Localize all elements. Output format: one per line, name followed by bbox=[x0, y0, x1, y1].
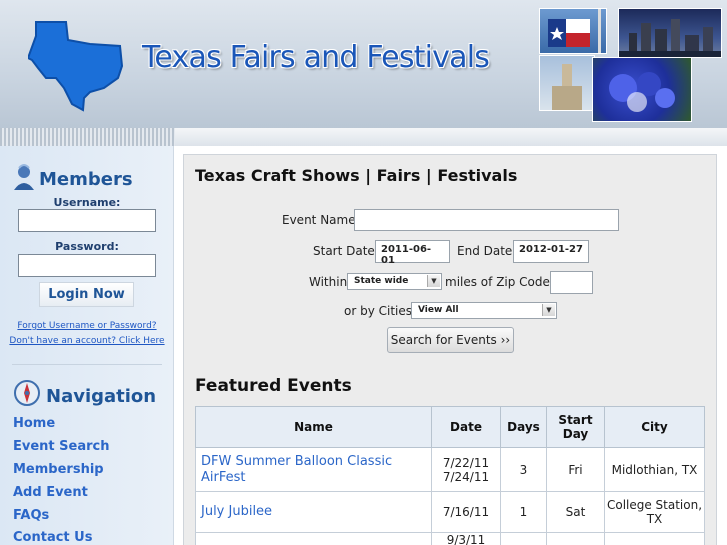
header-stripe-right bbox=[175, 128, 727, 146]
sidebar: Members Username: Password: Login Now Fo… bbox=[0, 146, 174, 545]
search-events-button[interactable]: Search for Events ›› bbox=[387, 327, 514, 353]
texas-flag-photo bbox=[539, 8, 607, 54]
chevron-down-icon: ▼ bbox=[542, 304, 555, 316]
cities-select-value: View All bbox=[418, 305, 459, 315]
table-header-row: Name Date Days Start Day City bbox=[195, 406, 705, 448]
password-label: Password: bbox=[55, 240, 119, 253]
event-name-link[interactable]: DFW Summer Balloon Classic AirFest bbox=[195, 447, 432, 492]
col-name[interactable]: Name bbox=[195, 406, 432, 448]
event-name-input[interactable] bbox=[354, 209, 619, 231]
username-label: Username: bbox=[53, 196, 121, 209]
event-name-link[interactable]: July Jubilee bbox=[195, 491, 432, 533]
featured-events-heading: Featured Events bbox=[195, 376, 352, 396]
start-date-label: Start Date bbox=[313, 244, 375, 258]
bluebonnet-photo bbox=[592, 57, 692, 122]
table-row: July Jubilee 7/16/11 1 Sat College Stati… bbox=[195, 491, 705, 533]
table-row: DFW Summer Balloon Classic AirFest 7/22/… bbox=[195, 447, 705, 492]
event-start-day: Sat bbox=[546, 491, 605, 533]
within-label: Within bbox=[309, 275, 348, 289]
password-input[interactable] bbox=[18, 254, 156, 277]
login-button[interactable]: Login Now bbox=[39, 282, 134, 307]
site-header: Texas Fairs and Festivals bbox=[0, 0, 727, 130]
event-city: College Station, TX bbox=[604, 491, 705, 533]
nav-home[interactable]: Home bbox=[13, 416, 55, 431]
event-city bbox=[604, 532, 705, 545]
end-date-label: End Date bbox=[457, 244, 513, 258]
signup-link[interactable]: Don't have an account? Click Here bbox=[0, 336, 174, 346]
event-city: Midlothian, TX bbox=[604, 447, 705, 492]
col-start-day[interactable]: Start Day bbox=[546, 406, 605, 448]
nav-contact-us[interactable]: Contact Us bbox=[13, 530, 92, 545]
event-days: 3 bbox=[500, 447, 547, 492]
chevron-down-icon: ▼ bbox=[427, 275, 440, 287]
texas-map-logo bbox=[28, 21, 124, 112]
event-start-day bbox=[546, 532, 605, 545]
city-skyline-photo bbox=[618, 8, 722, 58]
site-title[interactable]: Texas Fairs and Festivals bbox=[142, 40, 490, 75]
navigation-heading: Navigation bbox=[46, 386, 157, 407]
col-days[interactable]: Days bbox=[500, 406, 547, 448]
username-input[interactable] bbox=[18, 209, 156, 232]
zip-label: miles of Zip Code: bbox=[445, 275, 554, 289]
event-start-day: Fri bbox=[546, 447, 605, 492]
page-title: Texas Craft Shows | Fairs | Festivals bbox=[195, 166, 518, 185]
event-date: 7/16/11 bbox=[431, 491, 501, 533]
nav-add-event[interactable]: Add Event bbox=[13, 485, 88, 500]
event-name-link[interactable] bbox=[195, 532, 432, 545]
event-date: 7/22/11 7/24/11 bbox=[431, 447, 501, 492]
featured-events-table: Name Date Days Start Day City DFW Summer… bbox=[195, 406, 705, 545]
start-date-input[interactable]: 2011-06-01 bbox=[375, 240, 450, 266]
col-city[interactable]: City bbox=[604, 406, 705, 448]
zip-code-input[interactable] bbox=[550, 271, 593, 294]
event-days: 1 bbox=[500, 491, 547, 533]
members-heading: Members bbox=[39, 169, 133, 190]
nav-membership[interactable]: Membership bbox=[13, 462, 104, 477]
event-name-label: Event Name bbox=[282, 213, 356, 227]
within-select-value: State wide bbox=[354, 276, 409, 286]
event-date: 9/3/11 bbox=[431, 532, 501, 545]
within-select[interactable]: State wide ▼ bbox=[347, 273, 442, 290]
members-icon bbox=[14, 164, 34, 190]
col-date[interactable]: Date bbox=[431, 406, 501, 448]
nav-event-search[interactable]: Event Search bbox=[13, 439, 110, 454]
forgot-password-link[interactable]: Forgot Username or Password? bbox=[0, 321, 174, 331]
capitol-photo bbox=[539, 55, 595, 111]
event-days bbox=[500, 532, 547, 545]
cities-label: or by Cities bbox=[344, 304, 413, 318]
table-row: 9/3/11 bbox=[195, 532, 705, 545]
compass-icon bbox=[14, 380, 40, 406]
sidebar-divider bbox=[12, 364, 162, 365]
end-date-input[interactable]: 2012-01-27 bbox=[513, 240, 589, 263]
main-content: Texas Craft Shows | Fairs | Festivals Ev… bbox=[183, 154, 717, 545]
cities-select[interactable]: View All ▼ bbox=[411, 302, 557, 319]
nav-faqs[interactable]: FAQs bbox=[13, 508, 49, 523]
